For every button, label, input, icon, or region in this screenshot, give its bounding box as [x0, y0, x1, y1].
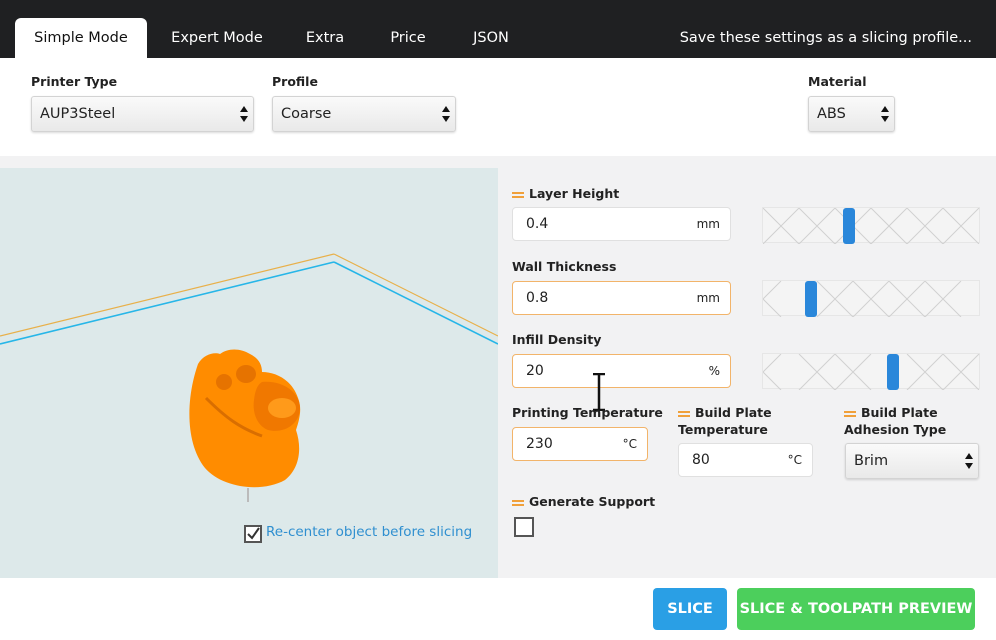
layer-height-slider-handle[interactable]	[843, 208, 855, 244]
tab-expert-mode[interactable]: Expert Mode	[162, 18, 272, 58]
layer-height-slider[interactable]	[762, 207, 980, 244]
printer-type-select[interactable]: AUP3Steel	[31, 96, 254, 132]
tab-price[interactable]: Price	[380, 18, 436, 58]
select-arrows-icon	[240, 106, 248, 122]
select-arrows-icon	[881, 106, 889, 122]
slice-toolpath-preview-button[interactable]: SLICE & TOOLPATH PREVIEW	[737, 588, 975, 630]
infill-density-label: Infill Density	[512, 332, 602, 347]
wall-thickness-label: Wall Thickness	[512, 259, 617, 274]
3d-model[interactable]	[189, 349, 301, 503]
slider-track-pattern	[763, 281, 962, 317]
printing-temperature-input[interactable]: 230 °C	[512, 427, 648, 461]
recenter-label[interactable]: Re-center object before slicing	[266, 524, 472, 540]
wall-thickness-value: 0.8	[526, 290, 549, 306]
material-select[interactable]: ABS	[808, 96, 895, 132]
build-plate-edge-front	[0, 261, 335, 345]
wall-thickness-unit: mm	[696, 291, 720, 305]
layer-height-value: 0.4	[526, 216, 549, 232]
layer-height-unit: mm	[696, 217, 720, 231]
checkbox-checked-icon[interactable]	[244, 525, 262, 543]
printing-temperature-label: Printing Temperature	[512, 405, 663, 420]
swap-icon[interactable]	[512, 499, 524, 507]
material-label: Material	[808, 74, 867, 89]
tab-json[interactable]: JSON	[462, 18, 520, 58]
build-plate-edge-side	[333, 261, 498, 345]
build-plate-edge-right	[333, 253, 498, 337]
printer-type-value: AUP3Steel	[40, 106, 116, 122]
build-plate-edge-back	[0, 253, 335, 337]
adhesion-type-value: Brim	[854, 453, 889, 469]
infill-density-input[interactable]: 20 %	[512, 354, 731, 388]
infill-density-slider-handle[interactable]	[887, 354, 899, 390]
slicer-app: Simple Mode Expert Mode Extra Price JSON…	[0, 0, 996, 640]
slider-track-pattern	[763, 354, 980, 390]
wall-thickness-input[interactable]: 0.8 mm	[512, 281, 731, 315]
adhesion-type-select[interactable]: Brim	[845, 443, 979, 479]
select-arrows-icon	[442, 106, 450, 122]
profile-label: Profile	[272, 74, 318, 89]
swap-icon[interactable]	[512, 191, 524, 199]
wall-thickness-slider-handle[interactable]	[805, 281, 817, 317]
printer-type-label: Printer Type	[31, 74, 118, 89]
infill-density-slider[interactable]	[762, 353, 980, 390]
printing-temperature-unit: °C	[622, 437, 637, 451]
printing-temperature-value: 230	[526, 436, 553, 452]
generate-support-checkbox[interactable]	[514, 517, 534, 537]
swap-icon[interactable]	[844, 410, 856, 418]
build-plate-temperature-label: Build Plate Temperature	[678, 405, 772, 437]
build-plate-temperature-unit: °C	[787, 453, 802, 467]
tab-extra[interactable]: Extra	[294, 18, 356, 58]
top-tab-bar: Simple Mode Expert Mode Extra Price JSON…	[0, 0, 996, 58]
infill-density-value: 20	[526, 363, 544, 379]
build-plate-temperature-input[interactable]: 80 °C	[678, 443, 813, 477]
slider-track-pattern	[763, 208, 980, 244]
profile-select[interactable]: Coarse	[272, 96, 456, 132]
profile-value: Coarse	[281, 106, 332, 122]
wall-thickness-slider[interactable]	[762, 280, 980, 317]
adhesion-type-label: Build Plate Adhesion Type	[844, 405, 947, 437]
swap-icon[interactable]	[678, 410, 690, 418]
save-profile-link[interactable]: Save these settings as a slicing profile…	[680, 18, 972, 58]
generate-support-label: Generate Support	[512, 493, 655, 510]
tab-simple-mode[interactable]: Simple Mode	[15, 18, 147, 58]
select-arrows-icon	[965, 453, 973, 469]
layer-height-input[interactable]: 0.4 mm	[512, 207, 731, 241]
build-plate-scene	[0, 253, 498, 503]
infill-density-unit: %	[708, 364, 720, 378]
material-value: ABS	[817, 106, 846, 122]
slice-button[interactable]: SLICE	[653, 588, 727, 630]
layer-height-label: Layer Height	[512, 185, 619, 202]
3d-viewport[interactable]	[0, 168, 498, 578]
build-plate-temperature-value: 80	[692, 452, 710, 468]
